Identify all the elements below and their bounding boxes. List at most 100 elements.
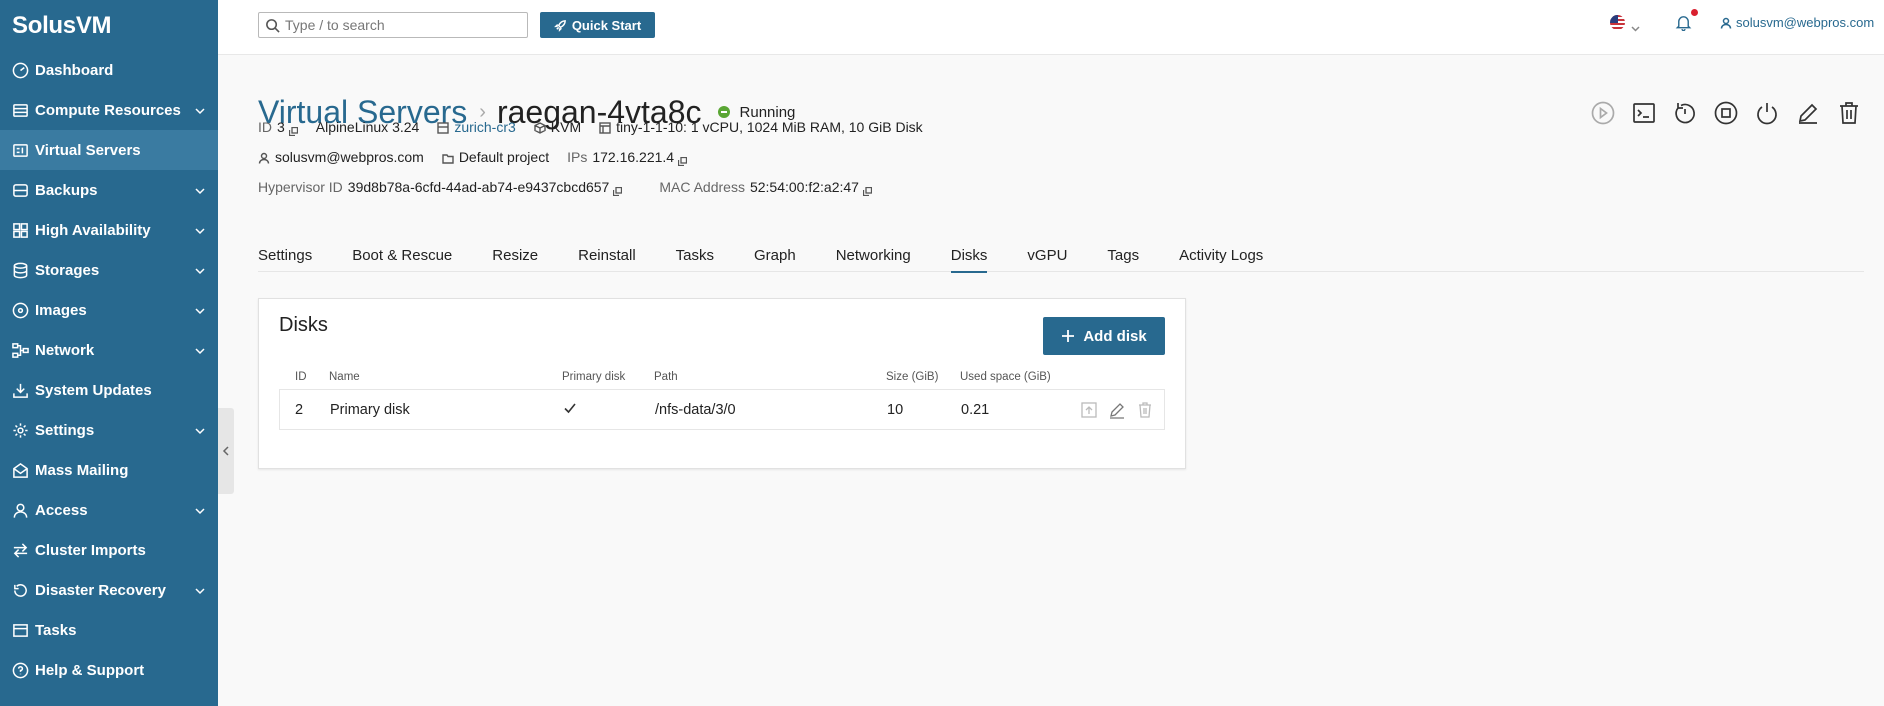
edit-button[interactable] <box>1793 98 1823 128</box>
server-meta-row-3: Hypervisor ID 39d8b78a-6cfd-44ad-ab74-e9… <box>258 179 890 196</box>
tab-vgpu[interactable]: vGPU <box>1027 241 1067 272</box>
sidebar-item-compute-resources[interactable]: Compute Resources <box>0 90 218 130</box>
server-hypervisor: Hypervisor ID 39d8b78a-6cfd-44ad-ab74-e9… <box>258 179 623 196</box>
sidebar-item-label: Tasks <box>35 621 77 639</box>
copy-icon[interactable] <box>677 153 688 166</box>
sidebar-item-network[interactable]: Network <box>0 330 218 370</box>
sidebar-item-system-updates[interactable]: System Updates <box>0 370 218 410</box>
chevron-down-icon <box>194 584 206 596</box>
sidebar-item-storages[interactable]: Storages <box>0 250 218 290</box>
sidebar: SolusVM Dashboard Compute Resources Virt… <box>0 0 218 706</box>
plan-icon <box>599 121 611 134</box>
chevron-down-icon <box>194 424 206 436</box>
server-project: Default project <box>442 149 549 165</box>
disk-id: 2 <box>295 401 304 418</box>
tab-graph[interactable]: Graph <box>754 241 796 272</box>
tab-networking[interactable]: Networking <box>836 241 911 272</box>
server-location[interactable]: zurich-cr3 <box>437 119 516 135</box>
column-used-space[interactable]: Used space (GiB) <box>960 371 1080 383</box>
tab-tags[interactable]: Tags <box>1107 241 1139 272</box>
search-input[interactable] <box>285 17 515 33</box>
stop-button[interactable] <box>1711 98 1741 128</box>
add-disk-label: Add disk <box>1083 327 1147 345</box>
chevron-down-icon <box>194 304 206 316</box>
gear-icon <box>11 421 29 439</box>
detach-disk-icon[interactable] <box>1080 401 1098 419</box>
column-primary-disk[interactable]: Primary disk <box>562 371 654 383</box>
sidebar-item-label: Storages <box>35 261 100 279</box>
column-name[interactable]: Name <box>329 371 562 383</box>
hypervisor-label: Hypervisor ID <box>258 179 343 195</box>
quick-start-button[interactable]: Quick Start <box>540 12 655 38</box>
power-button[interactable] <box>1752 98 1782 128</box>
sidebar-item-settings[interactable]: Settings <box>0 410 218 450</box>
column-size[interactable]: Size (GiB) <box>886 371 960 383</box>
sidebar-item-backups[interactable]: Backups <box>0 170 218 210</box>
grid-icon <box>11 221 29 239</box>
disks-title: Disks <box>279 314 328 336</box>
virtual-server-icon <box>11 141 29 159</box>
mac-value: 52:54:00:f2:a2:47 <box>749 179 859 195</box>
project-value: Default project <box>458 149 550 165</box>
column-id[interactable]: ID <box>279 371 329 383</box>
console-icon <box>1633 103 1655 123</box>
delete-icon[interactable] <box>1136 401 1154 419</box>
primary-check-icon <box>563 401 655 419</box>
server-ips: IPs 172.16.221.4 <box>567 149 688 166</box>
tab-settings[interactable]: Settings <box>258 241 312 272</box>
ips-label: IPs <box>567 149 588 165</box>
sidebar-item-high-availability[interactable]: High Availability <box>0 210 218 250</box>
console-button[interactable] <box>1629 98 1659 128</box>
sidebar-item-dashboard[interactable]: Dashboard <box>0 50 218 90</box>
sidebar-item-tasks[interactable]: Tasks <box>0 610 218 650</box>
transfer-icon <box>11 541 29 559</box>
column-path[interactable]: Path <box>654 371 886 383</box>
copy-icon[interactable] <box>288 123 298 136</box>
tab-tasks[interactable]: Tasks <box>676 241 714 272</box>
download-icon <box>11 381 29 399</box>
tab-boot-rescue[interactable]: Boot & Rescue <box>352 241 452 272</box>
tab-activity-logs[interactable]: Activity Logs <box>1179 241 1263 272</box>
restart-button[interactable] <box>1670 98 1700 128</box>
edit-icon[interactable] <box>1108 401 1126 419</box>
edit-icon <box>1798 103 1818 124</box>
delete-button[interactable] <box>1834 98 1864 128</box>
search-box[interactable] <box>258 12 528 38</box>
sidebar-item-images[interactable]: Images <box>0 290 218 330</box>
tab-reinstall[interactable]: Reinstall <box>578 241 636 272</box>
sidebar-item-label: Cluster Imports <box>35 541 146 559</box>
disc-icon <box>11 301 29 319</box>
tab-disks[interactable]: Disks <box>950 241 987 273</box>
plus-icon <box>1062 330 1075 342</box>
us-flag-icon[interactable] <box>1610 15 1625 30</box>
stop-icon <box>1714 101 1738 125</box>
sidebar-item-label: Images <box>35 301 87 319</box>
user-email: solusvm@webpros.com <box>1736 15 1875 30</box>
sidebar-item-disaster-recovery[interactable]: Disaster Recovery <box>0 570 218 610</box>
sidebar-item-virtual-servers[interactable]: Virtual Servers <box>0 130 218 170</box>
location-value: zurich-cr3 <box>454 119 516 135</box>
power-icon <box>1757 103 1777 125</box>
tab-resize[interactable]: Resize <box>492 241 538 272</box>
id-value: 3 <box>277 119 285 135</box>
chevron-down-icon <box>194 264 206 276</box>
disk-path: /nfs-data/3/0 <box>655 401 736 418</box>
add-disk-button[interactable]: Add disk <box>1043 317 1165 355</box>
play-icon <box>1591 101 1615 125</box>
app-logo[interactable]: SolusVM <box>0 0 218 50</box>
notifications-bell-icon[interactable] <box>1675 14 1693 32</box>
virtualization-value: KVM <box>550 119 582 135</box>
copy-icon[interactable] <box>613 183 623 196</box>
user-icon <box>258 151 270 164</box>
mac-label: MAC Address <box>659 179 745 195</box>
copy-icon[interactable] <box>862 183 873 196</box>
sidebar-item-mass-mailing[interactable]: Mass Mailing <box>0 450 218 490</box>
sidebar-collapse-handle[interactable] <box>218 408 234 494</box>
user-menu[interactable]: solusvm@webpros.com <box>1720 15 1874 30</box>
sidebar-item-help-support[interactable]: Help & Support <box>0 650 218 690</box>
sidebar-item-access[interactable]: Access <box>0 490 218 530</box>
ips-value: 172.16.221.4 <box>592 149 675 165</box>
sidebar-item-cluster-imports[interactable]: Cluster Imports <box>0 530 218 570</box>
start-button[interactable] <box>1588 98 1618 128</box>
chevron-down-icon[interactable] <box>1631 20 1640 38</box>
